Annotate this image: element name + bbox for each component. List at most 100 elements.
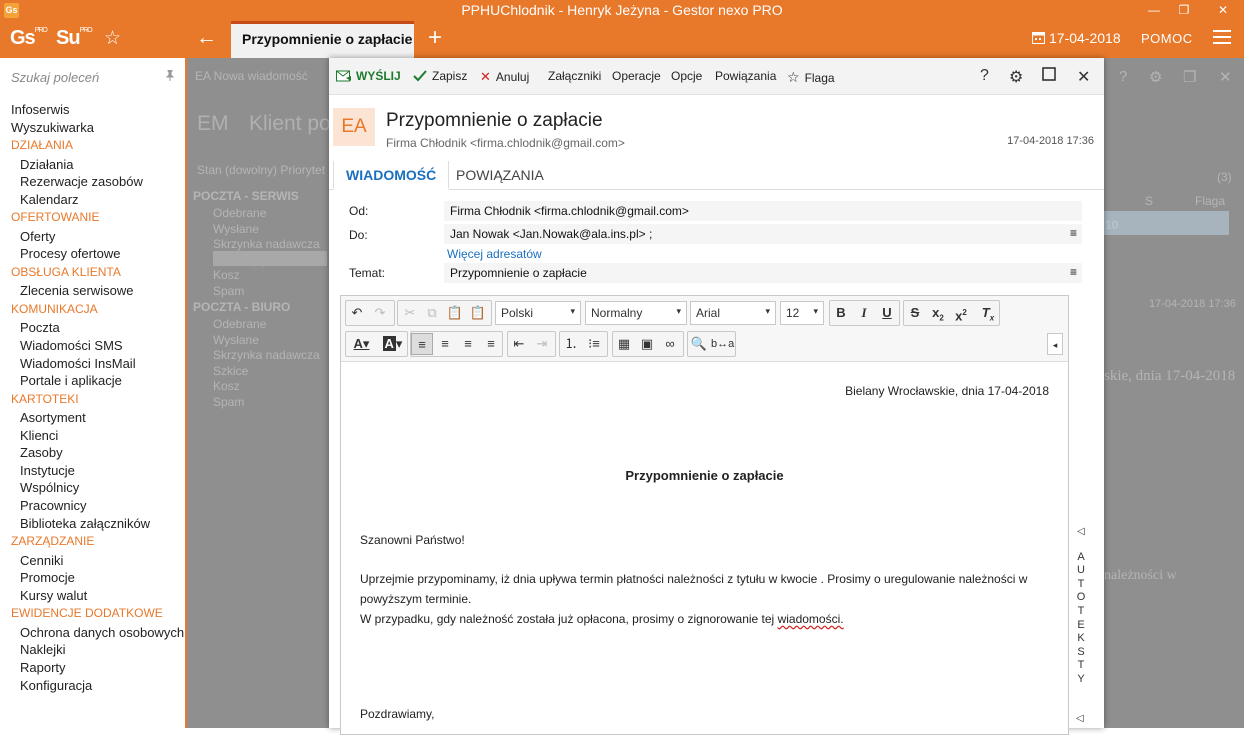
subscript-icon[interactable]: x2 [927, 302, 949, 324]
subject-field[interactable]: Przypomnienie o zapłacie ≡ [444, 263, 1082, 283]
paste-icon[interactable]: 📋 [444, 302, 466, 324]
superscript-icon[interactable]: x2 [950, 302, 972, 324]
sidebar-item[interactable]: Oferty [0, 228, 185, 246]
sidebar-item[interactable]: Działania [0, 156, 185, 174]
sidebar-item[interactable]: Kursy walut [0, 587, 185, 605]
hamburger-menu-icon[interactable] [1213, 30, 1231, 48]
sidebar-item[interactable]: Zasoby [0, 444, 185, 462]
strikethrough-icon[interactable]: S [904, 302, 926, 324]
sidebar-section[interactable]: KARTOTEKI [0, 390, 185, 409]
flag-button[interactable]: ☆ Flaga [787, 69, 835, 86]
close-dialog-icon[interactable]: ✕ [1077, 67, 1090, 87]
tab-relations[interactable]: POWIĄZANIA [444, 161, 556, 190]
sidebar-section[interactable]: KOMUNIKACJA [0, 300, 185, 319]
cut-icon[interactable]: ✂ [399, 302, 421, 324]
text-color-icon[interactable]: A▾ [347, 333, 376, 355]
underline-icon[interactable]: U [876, 302, 898, 324]
sidebar-item[interactable]: Kalendarz [0, 191, 185, 209]
sidebar-section[interactable]: DZIAŁANIA [0, 136, 185, 155]
link-icon[interactable]: ∞ [659, 333, 681, 355]
bold-icon[interactable]: B [830, 302, 852, 324]
sidebar-item[interactable]: Portale i aplikacje [0, 372, 185, 390]
to-field[interactable]: Jan Nowak <Jan.Nowak@ala.ins.pl> ; ≡ [444, 224, 1082, 244]
sidebar-item[interactable]: Zlecenia serwisowe [0, 282, 185, 300]
numbered-list-icon[interactable]: ⒈ [560, 333, 582, 355]
sidebar-section[interactable]: EWIDENCJE DODATKOWE [0, 604, 185, 623]
minimize-button[interactable]: — [1142, 1, 1166, 19]
to-menu-icon[interactable]: ≡ [1070, 226, 1077, 240]
redo-icon[interactable]: ↷ [369, 302, 391, 324]
sidebar-item[interactable]: Cenniki [0, 552, 185, 570]
sidebar-item[interactable]: Wspólnicy [0, 479, 185, 497]
paste-text-icon[interactable]: 📋 [467, 302, 489, 324]
font-select[interactable]: Arial [690, 301, 776, 325]
align-left-icon[interactable]: ≡ [411, 333, 433, 355]
sidebar-item[interactable]: Rezerwacje zasobów [0, 173, 185, 191]
sidebar-item[interactable]: Konfiguracja [0, 677, 185, 695]
subject-menu-icon[interactable]: ≡ [1070, 265, 1077, 279]
sidebar-section[interactable]: OFERTOWANIE [0, 208, 185, 227]
send-button[interactable]: WYŚLIJ [336, 69, 401, 83]
current-date[interactable]: 17-04-2018 [1032, 30, 1121, 46]
gestor-logo[interactable]: GsPRO [10, 27, 48, 50]
autotexts-panel-toggle[interactable]: ◁ AUTOTEKSTY [1074, 525, 1088, 687]
sidebar-item[interactable]: Wiadomości SMS [0, 337, 185, 355]
sidebar-item[interactable]: Asortyment [0, 409, 185, 427]
copy-icon[interactable]: ⧉ [421, 302, 443, 324]
sidebar-item[interactable]: Poczta [0, 319, 185, 337]
align-center-icon[interactable]: ≡ [434, 333, 456, 355]
bg-color-icon[interactable]: A ▾ [378, 333, 407, 355]
sidebar-item[interactable]: Infoserwis [0, 101, 185, 119]
help-icon[interactable]: ? [980, 67, 989, 85]
options-button[interactable]: Opcje [671, 69, 702, 83]
sidebar-item[interactable]: Wyszukiwarka [0, 119, 185, 137]
more-recipients-link[interactable]: Więcej adresatów [447, 247, 542, 261]
toolbar-collapse-icon[interactable]: ◂ [1047, 333, 1063, 355]
settings-gear-icon[interactable]: ⚙ [1009, 67, 1023, 87]
sidebar-item[interactable]: Naklejki [0, 641, 185, 659]
sidebar-section[interactable]: ZARZĄDZANIE [0, 532, 185, 551]
save-button[interactable]: Zapisz [413, 69, 467, 83]
sidebar-item[interactable]: Raporty [0, 659, 185, 677]
font-size-select[interactable]: 12 [780, 301, 824, 325]
indent-icon[interactable]: ⇥ [531, 333, 553, 355]
relations-button[interactable]: Powiązania [715, 69, 776, 83]
sidebar-item[interactable]: Biblioteka załączników [0, 515, 185, 533]
cancel-button[interactable]: ✕ Anuluj [480, 69, 529, 85]
sidebar-item[interactable]: Promocje [0, 569, 185, 587]
find-icon[interactable]: 🔍 [688, 333, 710, 355]
undo-icon[interactable]: ↶ [346, 302, 368, 324]
from-field[interactable]: Firma Chłodnik <firma.chlodnik@gmail.com… [444, 201, 1082, 221]
outdent-icon[interactable]: ⇤ [508, 333, 530, 355]
sidebar-item[interactable]: Pracownicy [0, 497, 185, 515]
replace-icon[interactable]: b↔a [711, 333, 734, 355]
image-icon[interactable]: ▣ [636, 333, 658, 355]
attachments-button[interactable]: Załączniki [548, 69, 601, 83]
sidebar-item[interactable]: Instytucje [0, 462, 185, 480]
command-search-input[interactable]: Szukaj poleceń [11, 70, 181, 85]
help-link[interactable]: POMOC [1141, 31, 1193, 46]
align-right-icon[interactable]: ≡ [457, 333, 479, 355]
sidebar-item[interactable]: Procesy ofertowe [0, 245, 185, 263]
remove-format-icon[interactable]: Tx [977, 302, 999, 324]
operations-button[interactable]: Operacje [612, 69, 661, 83]
language-select[interactable]: Polski [495, 301, 581, 325]
maximize-button[interactable]: ❐ [1172, 1, 1196, 19]
close-window-button[interactable]: ✕ [1204, 1, 1242, 19]
sidebar-item[interactable]: Ochrona danych osobowych [0, 624, 185, 642]
pin-icon[interactable] [165, 69, 175, 84]
subiekt-logo[interactable]: SuPRO [56, 27, 93, 50]
table-icon[interactable]: ▦ [613, 333, 635, 355]
favorites-star-icon[interactable]: ☆ [104, 27, 121, 50]
sidebar-item[interactable]: Wiadomości InsMail [0, 355, 185, 373]
sidebar-section[interactable]: OBSŁUGA KLIENTA [0, 263, 185, 282]
style-select[interactable]: Normalny [585, 301, 687, 325]
tab-message[interactable]: WIADOMOŚĆ [333, 161, 450, 190]
editor-content[interactable]: Bielany Wrocławskie, dnia 17-04-2018 Prz… [341, 362, 1068, 734]
bulleted-list-icon[interactable]: ⁝≡ [583, 333, 605, 355]
back-arrow-icon[interactable]: ← [196, 26, 217, 50]
tab-przypomnienie[interactable]: Przypomnienie o zapłacie [231, 21, 414, 58]
maximize-dialog-icon[interactable] [1042, 67, 1056, 86]
justify-icon[interactable]: ≡ [480, 333, 502, 355]
italic-icon[interactable]: I [853, 302, 875, 324]
